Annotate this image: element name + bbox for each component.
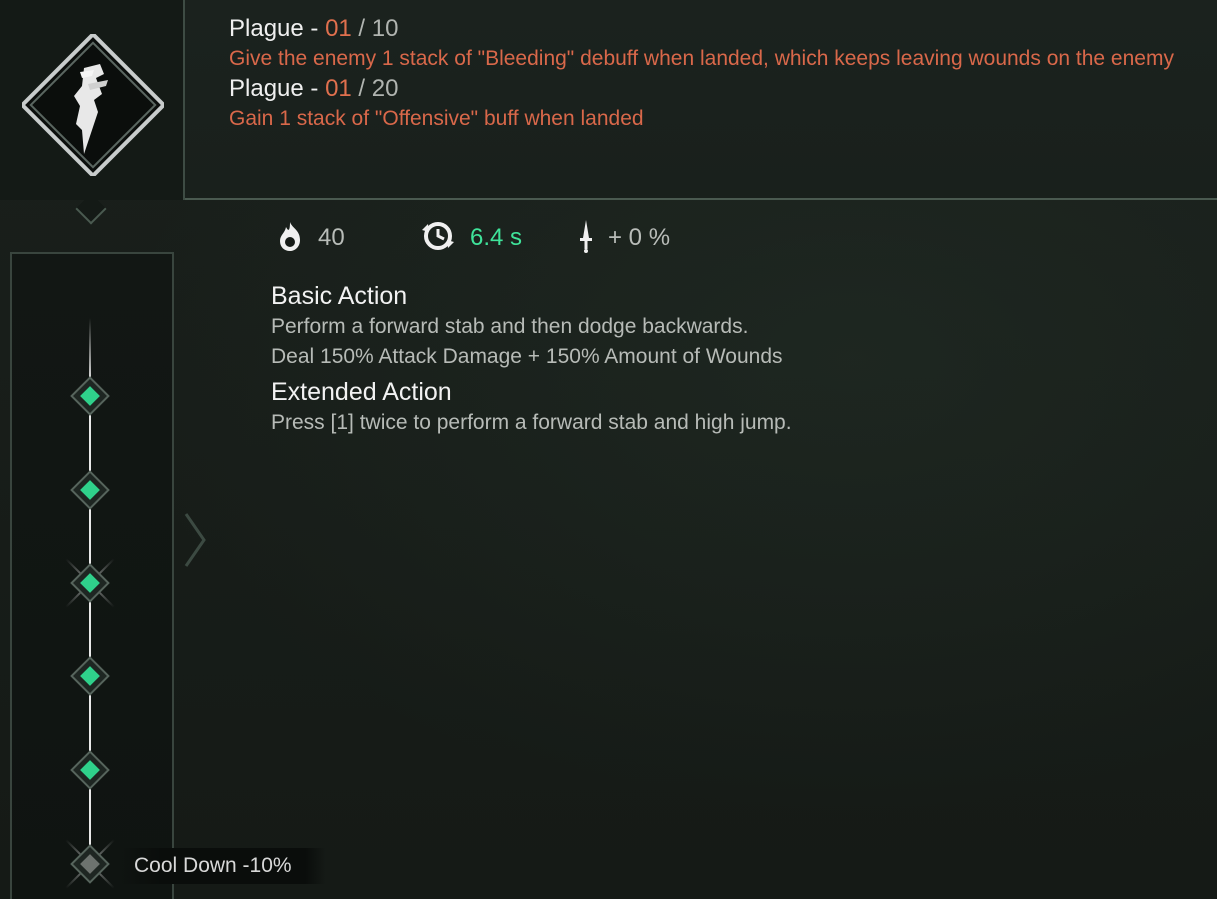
plague-effect-2-title: Plague - 01 / 20 — [229, 74, 1189, 104]
flame-icon — [276, 220, 304, 257]
plague-effect-1-description: Give the enemy 1 stack of "Bleeding" deb… — [229, 47, 1174, 70]
plague-effects: Plague - 01 / 10 Give the enemy 1 stack … — [229, 14, 1189, 134]
upgrade-node-2[interactable] — [70, 470, 110, 510]
damage-value: + 0 % — [608, 224, 671, 251]
plague-effect-1-title: Plague - 01 / 10 — [229, 14, 1189, 44]
effect-slash: / — [351, 15, 372, 42]
sword-icon — [578, 218, 594, 259]
skill-stats: 40 6.4 s + 0 % — [276, 218, 776, 258]
upgrade-node-4[interactable] — [70, 656, 110, 696]
stat-cost: 40 — [276, 218, 345, 258]
basic-action-line-2: Deal 150% Attack Damage + 150% Amount of… — [271, 345, 783, 368]
extended-action-line-1: Press [1] twice to perform a forward sta… — [271, 411, 792, 434]
extended-action-title: Extended Action — [271, 378, 452, 406]
upgrade-node-5[interactable] — [70, 750, 110, 790]
cooldown-value: 6.4 s — [470, 224, 523, 251]
upgrade-node-1[interactable] — [70, 376, 110, 416]
cost-value: 40 — [318, 224, 345, 251]
effect-name: Plague — [229, 15, 304, 42]
effect-separator: - — [303, 15, 326, 42]
effect-level: 01 — [325, 75, 352, 102]
cooldown-clock-icon — [420, 220, 456, 257]
basic-action-line-1: Perform a forward stab and then dodge ba… — [271, 315, 749, 338]
effect-max: 20 — [371, 75, 399, 102]
basic-action-title: Basic Action — [271, 282, 408, 310]
effect-separator: - — [303, 75, 326, 102]
upgrade-node-final[interactable] — [70, 844, 110, 884]
stat-damage: + 0 % — [578, 218, 670, 258]
dagger-icon[interactable] — [19, 31, 167, 179]
effect-slash: / — [351, 75, 372, 102]
stat-cooldown: 6.4 s — [420, 218, 522, 258]
plague-effect-2-description: Gain 1 stack of "Offensive" buff when la… — [229, 107, 644, 130]
skill-actions: Basic Action Perform a forward stab and … — [271, 280, 1171, 438]
upgrade-node-3[interactable] — [70, 563, 110, 603]
effect-max: 10 — [371, 15, 399, 42]
effect-name: Plague — [229, 75, 304, 102]
chevron-right-icon — [184, 510, 208, 570]
effect-level: 01 — [325, 15, 352, 42]
cooldown-bonus-label: Cool Down -10% — [120, 848, 326, 884]
